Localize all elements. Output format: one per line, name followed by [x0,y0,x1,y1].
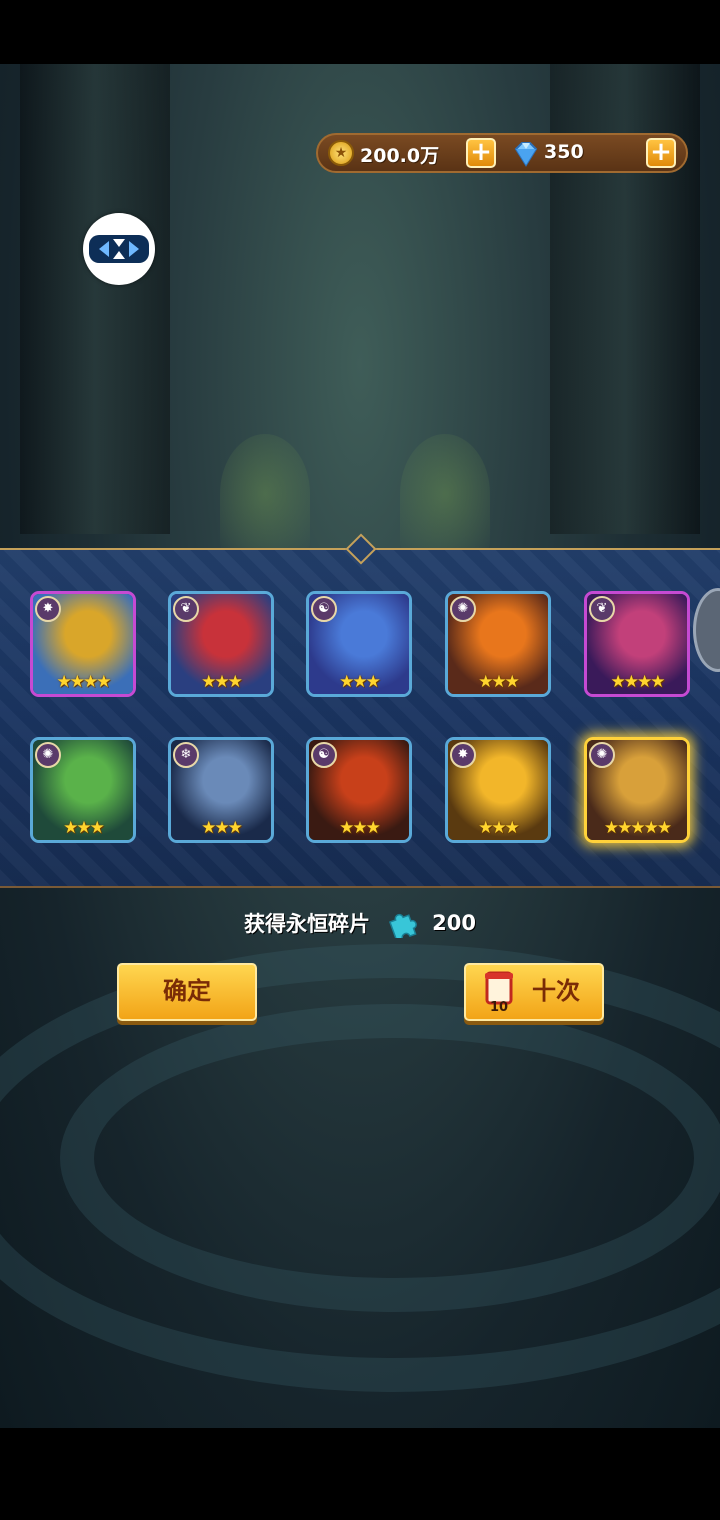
hero-card[interactable]: ✸ ★★★★ [30,591,136,697]
star-rating: ★★★★ [610,672,666,692]
element-badge-icon: ☯ [311,596,337,622]
star-rating: ★★★ [63,818,105,838]
star-rating: ★★★★ [56,672,112,692]
ten-pull-label: 十次 [532,977,580,1005]
hero-card[interactable]: ❄ ★★★ [168,737,274,843]
right-glow [400,434,490,554]
element-badge-icon: ❦ [173,596,199,622]
star-rating: ★★★★★ [603,818,672,838]
left-glow [220,434,310,554]
hero-card[interactable]: ✸ ★★★ [445,737,551,843]
gold-coin-icon: ★ [328,140,354,166]
hero-card[interactable]: ✺ ★★★ [30,737,136,843]
puzzle-piece-icon [389,913,417,938]
star-rating: ★★★ [478,672,520,692]
element-badge-icon: ❦ [589,596,615,622]
gem-amount: 350 [544,141,584,163]
element-badge-icon: ☯ [311,742,337,768]
assistant-logo-icon [89,235,149,263]
star-rating: ★★★ [339,818,381,838]
star-rating: ★★★ [339,672,381,692]
floating-assistant-button[interactable] [83,213,155,285]
element-badge-icon: ✸ [450,742,476,768]
ten-pull-button[interactable]: 10 十次 [464,963,604,1021]
ten-pull-badge: 10 [490,1000,508,1013]
reward-label: 获得永恒碎片 [243,912,370,936]
add-gold-button[interactable]: + [466,138,496,168]
star-rating: ★★★ [201,818,243,838]
hero-card[interactable]: ☯ ★★★ [306,737,412,843]
element-badge-icon: ✺ [35,742,61,768]
currency-bar: ★ 200.0万 + 350 + [316,133,688,173]
element-badge-icon: ❄ [173,742,199,768]
hero-card[interactable]: ❦ ★★★ [168,591,274,697]
confirm-button-label: 确定 [163,977,211,1005]
element-badge-icon: ✺ [450,596,476,622]
status-bar [0,0,720,64]
navigation-bar [0,1428,720,1520]
element-badge-icon: ✺ [589,742,615,768]
reward-amount: 200 [432,911,477,935]
gem-icon [514,142,538,167]
hero-card[interactable]: ✺ ★★★★★ [584,737,690,843]
element-badge-icon: ✸ [35,596,61,622]
scroll-ticket-icon: 10 [485,971,513,1013]
hero-card[interactable]: ❦ ★★★★ [584,591,690,697]
left-pillar [20,64,170,534]
gold-amount: 200.0万 [360,145,440,167]
add-gem-button[interactable]: + [646,138,676,168]
star-rating: ★★★ [478,818,520,838]
floor-ring-inner [60,1004,720,1312]
hero-card[interactable]: ☯ ★★★ [306,591,412,697]
star-rating: ★★★ [201,672,243,692]
confirm-button[interactable]: 确定 [117,963,257,1021]
reward-line: 获得永恒碎片 200 [0,908,720,944]
hero-card[interactable]: ✺ ★★★ [445,591,551,697]
